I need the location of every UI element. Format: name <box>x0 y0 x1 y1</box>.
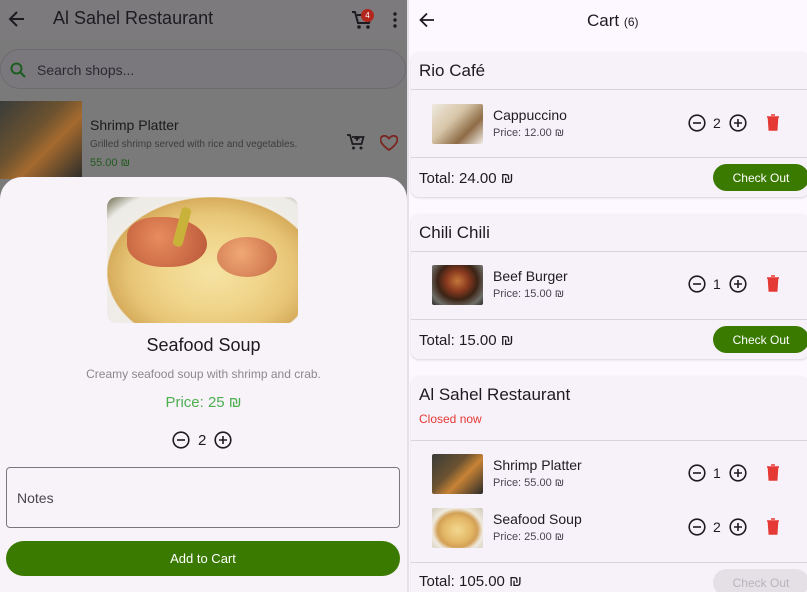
cart-item-qty: 1 <box>713 276 721 292</box>
increment-icon[interactable] <box>729 275 747 293</box>
item-name: Shrimp Platter <box>90 117 179 133</box>
cart-title-text: Cart <box>587 11 620 30</box>
increment-icon[interactable] <box>729 518 747 536</box>
divider <box>411 562 807 563</box>
delete-icon[interactable] <box>766 275 780 292</box>
cart-item-name: Seafood Soup <box>493 511 582 527</box>
dish-description: Creamy seafood soup with shrimp and crab… <box>86 367 321 381</box>
quantity-value: 2 <box>198 432 207 449</box>
item-price: 55.00 ₪ <box>90 157 130 169</box>
cappuccino-image <box>432 104 483 144</box>
cart-item-row: Cappuccino Price: 12.00 ₪ 2 <box>411 104 807 146</box>
shop-name: Rio Café <box>419 61 486 80</box>
checkout-button[interactable]: Check Out <box>713 326 807 353</box>
dish-title: Seafood Soup <box>146 335 261 355</box>
delete-icon[interactable] <box>766 464 780 481</box>
shop-name: Chili Chili <box>419 223 490 242</box>
divider <box>411 89 807 90</box>
decrement-icon[interactable] <box>688 114 706 132</box>
back-arrow-icon[interactable] <box>8 8 26 30</box>
more-vert-icon[interactable] <box>392 12 398 28</box>
back-arrow-icon[interactable] <box>419 12 435 28</box>
notes-field[interactable]: Notes <box>6 467 400 528</box>
quantity-stepper: 2 <box>172 431 234 451</box>
delete-icon[interactable] <box>766 114 780 131</box>
cart-item-row: Seafood Soup Price: 25.00 ₪ 2 <box>411 508 807 550</box>
cart-item-row: Shrimp Platter Price: 55.00 ₪ 1 <box>411 454 807 496</box>
cart-item-name: Shrimp Platter <box>493 457 582 473</box>
search-icon <box>10 62 26 78</box>
cart-item-row: Beef Burger Price: 15.00 ₪ 1 <box>411 265 807 307</box>
shop-title: Al Sahel Restaurant <box>53 8 214 28</box>
cart-item-name: Beef Burger <box>493 268 568 284</box>
decrement-icon[interactable] <box>688 464 706 482</box>
cart-app-bar: Cart (6) <box>409 0 807 44</box>
cart-item-name: Cappuccino <box>493 107 567 123</box>
shop-cart-card: Al Sahel Restaurant Closed now Shrimp Pl… <box>411 376 807 592</box>
divider <box>411 251 807 252</box>
shop-cart-card: Chili Chili Beef Burger Price: 15.00 ₪ 1… <box>411 214 807 359</box>
cart-item-qty: 2 <box>713 115 721 131</box>
cart-item-price: Price: 55.00 ₪ <box>493 477 565 489</box>
cart-count-badge: 4 <box>361 9 374 22</box>
checkout-button[interactable]: Check Out <box>713 164 807 191</box>
favorite-icon[interactable] <box>380 135 398 151</box>
checkout-button[interactable]: Check Out <box>713 569 807 592</box>
increment-icon[interactable] <box>729 464 747 482</box>
shop-status: Closed now <box>419 412 482 426</box>
divider <box>411 440 807 441</box>
cart-item-price: Price: 15.00 ₪ <box>493 288 565 300</box>
shop-name: Al Sahel Restaurant <box>419 385 571 404</box>
cart-item-count: (6) <box>623 15 639 29</box>
shop-total: Total: 24.00 ₪ <box>419 170 514 187</box>
shrimp-platter-image <box>0 101 82 179</box>
shop-menu-screen: Al Sahel Restaurant 4 Search shops... Sh… <box>0 0 407 592</box>
shop-cart-card: Rio Café Cappuccino Price: 12.00 ₪ 2 Tot… <box>411 52 807 197</box>
cart-title: Cart (6) <box>587 11 639 31</box>
seafood-soup-image <box>107 197 298 323</box>
increment-icon[interactable] <box>214 431 232 449</box>
shop-app-bar: Al Sahel Restaurant 4 <box>0 0 407 40</box>
divider <box>411 157 807 158</box>
cart-item-price: Price: 25.00 ₪ <box>493 531 565 543</box>
increment-icon[interactable] <box>729 114 747 132</box>
beef-burger-image <box>432 265 483 305</box>
add-item-bottom-sheet: Seafood Soup Creamy seafood soup with sh… <box>0 177 407 592</box>
cart-screen: Cart (6) Rio Café Cappuccino Price: 12.0… <box>409 0 807 592</box>
decrement-icon[interactable] <box>688 518 706 536</box>
divider <box>411 319 807 320</box>
cart-item-qty: 2 <box>713 519 721 535</box>
menu-list-item[interactable]: Shrimp Platter Grilled shrimp served wit… <box>0 101 407 179</box>
dish-price: Price: 25 ₪ <box>165 394 242 411</box>
add-to-cart-button[interactable]: Add to Cart <box>6 541 400 576</box>
search-placeholder: Search shops... <box>37 62 135 78</box>
add-to-cart-icon[interactable] <box>346 133 366 151</box>
decrement-icon[interactable] <box>172 431 190 449</box>
decrement-icon[interactable] <box>688 275 706 293</box>
search-shops-input[interactable]: Search shops... <box>0 49 406 89</box>
item-description: Grilled shrimp served with rice and vege… <box>90 139 298 150</box>
cart-item-qty: 1 <box>713 465 721 481</box>
shop-total: Total: 105.00 ₪ <box>419 573 522 590</box>
seafood-soup-image <box>432 508 483 548</box>
notes-placeholder: Notes <box>17 490 54 506</box>
delete-icon[interactable] <box>766 518 780 535</box>
cart-item-price: Price: 12.00 ₪ <box>493 127 565 139</box>
shop-total: Total: 15.00 ₪ <box>419 332 514 349</box>
shrimp-platter-image <box>432 454 483 494</box>
